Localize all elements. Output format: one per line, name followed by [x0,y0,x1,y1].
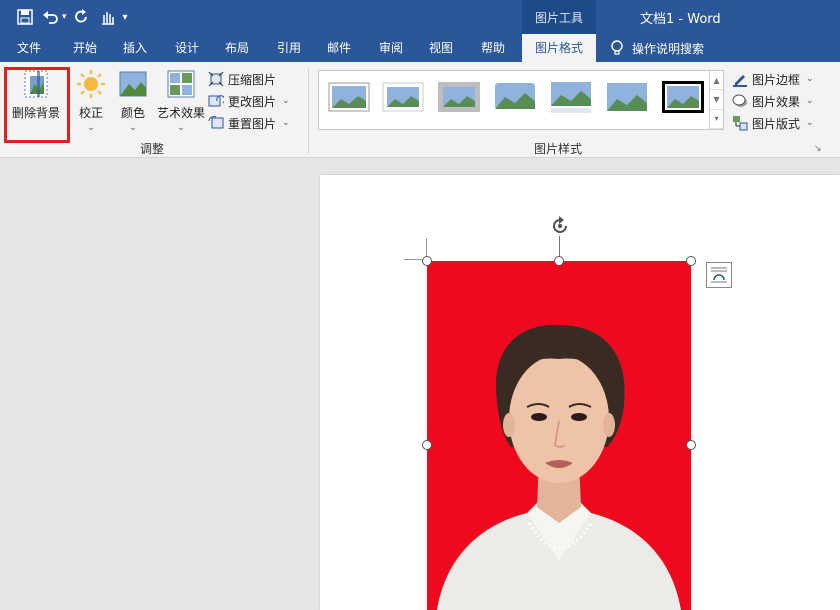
change-picture-button[interactable]: 更改图片 ⌄ [208,90,290,112]
style-thumbnail[interactable] [493,79,537,115]
touch-mode-icon[interactable] [97,6,119,28]
chevron-down-icon: ⌄ [282,96,290,106]
style-thumbnail[interactable] [437,79,481,115]
style-thumbnail[interactable] [549,79,593,115]
compress-icon [208,71,224,87]
gallery-more-icon[interactable]: ▾ [710,110,723,129]
style-thumbnail[interactable] [327,79,371,115]
portrait-photo[interactable] [427,261,691,610]
change-picture-label: 更改图片 [228,94,277,109]
color-label: 颜色 [120,106,145,120]
remove-background-highlight [4,67,70,143]
sun-icon [77,70,105,98]
artistic-effects-label: 艺术效果 [156,106,205,120]
group-separator [308,68,309,154]
chevron-down-icon: ⌄ [129,123,137,133]
chevron-down-icon: ⌄ [806,74,814,84]
picture-border-button[interactable]: 图片边框 ⌄ [732,68,814,90]
resize-handle-top-left[interactable] [422,256,432,266]
layout-options-icon [711,267,727,283]
picture-layout-icon [733,116,748,131]
corrections-label: 校正 [78,106,103,120]
tab-design[interactable]: 设计 [164,34,210,62]
title-bar: ▾ ▾ 图片工具 文档1 - Word [0,0,840,34]
artistic-effects-icon [167,70,195,98]
reset-picture-label: 重置图片 [228,116,277,131]
reset-picture-icon [208,116,224,129]
chevron-down-icon: ⌄ [806,118,814,128]
quick-access-toolbar: ▾ ▾ [14,6,128,28]
picture-tools-label: 图片工具 [522,0,596,34]
effects-icon [732,94,747,107]
gallery-scrollbar[interactable]: ▲ ▼ ▾ [709,71,723,129]
chevron-down-icon: ⌄ [806,96,814,106]
picture-layout-label: 图片版式 [752,116,801,131]
tab-file[interactable]: 文件 [6,34,52,62]
resize-handle-left[interactable] [422,440,432,450]
tab-view[interactable]: 视图 [418,34,464,62]
resize-handle-top[interactable] [554,256,564,266]
pen-icon [733,75,747,87]
chevron-down-icon: ⌄ [282,118,290,128]
style-thumbnail[interactable] [661,79,705,115]
scroll-up-icon[interactable]: ▲ [710,71,723,91]
picture-border-label: 图片边框 [752,72,801,87]
corrections-button[interactable]: 校正 ⌄ [76,68,106,133]
document-title: 文档1 - Word [640,12,721,27]
save-icon[interactable] [14,6,36,28]
chevron-down-icon: ⌄ [87,123,95,133]
undo-icon[interactable] [40,6,62,28]
scroll-down-icon[interactable]: ▼ [710,90,723,110]
picture-layout-button[interactable]: 图片版式 ⌄ [732,112,814,134]
customize-qat-icon[interactable]: ▾ [123,12,128,23]
compress-pictures-button[interactable]: 压缩图片 [208,68,290,90]
tab-review[interactable]: 审阅 [368,34,414,62]
tab-insert[interactable]: 插入 [112,34,158,62]
picture-effects-label: 图片效果 [752,94,801,109]
tell-me-search[interactable]: 操作说明搜索 [610,34,704,62]
layout-options-button[interactable] [706,262,732,288]
tab-home[interactable]: 开始 [62,34,108,62]
tell-me-label: 操作说明搜索 [632,41,705,56]
resize-handle-right[interactable] [686,440,696,450]
reset-picture-button[interactable]: 重置图片 ⌄ [208,112,290,134]
tab-references[interactable]: 引用 [266,34,312,62]
chevron-down-icon: ⌄ [177,123,185,133]
lightbulb-icon [611,40,623,55]
change-picture-icon [208,95,224,107]
rotate-handle-icon[interactable] [548,214,572,238]
ribbon-tabs: 文件 开始 插入 设计 布局 引用 邮件 审阅 视图 帮助 图片格式 操作说明搜… [0,34,840,62]
dialog-launcher-icon[interactable]: ↘ [814,144,822,154]
adjust-small-commands: 压缩图片 更改图片 ⌄ 重置图片 ⌄ [208,68,290,134]
person-portrait [437,324,681,610]
tab-mailings[interactable]: 邮件 [316,34,362,62]
resize-handle-top-right[interactable] [686,256,696,266]
undo-dropdown-icon[interactable]: ▾ [62,12,67,22]
color-picture-icon [119,71,147,97]
compress-label: 压缩图片 [228,72,277,87]
tab-help[interactable]: 帮助 [470,34,516,62]
color-button[interactable]: 颜色 ⌄ [118,68,148,133]
tab-layout[interactable]: 布局 [214,34,260,62]
tab-picture-format[interactable]: 图片格式 [522,34,596,62]
redo-icon[interactable] [71,6,93,28]
artistic-effects-button[interactable]: 艺术效果 ⌄ [154,68,208,133]
style-thumbnail[interactable] [605,79,649,115]
adjust-group-label: 调整 [140,142,165,156]
style-thumbnail[interactable] [381,79,425,115]
picture-styles-group-label: 图片样式 [534,142,583,156]
picture-styles-gallery: ▲ ▼ ▾ [318,70,724,130]
picture-style-commands: 图片边框 ⌄ 图片效果 ⌄ 图片版式 ⌄ [732,68,814,134]
picture-effects-button[interactable]: 图片效果 ⌄ [732,90,814,112]
